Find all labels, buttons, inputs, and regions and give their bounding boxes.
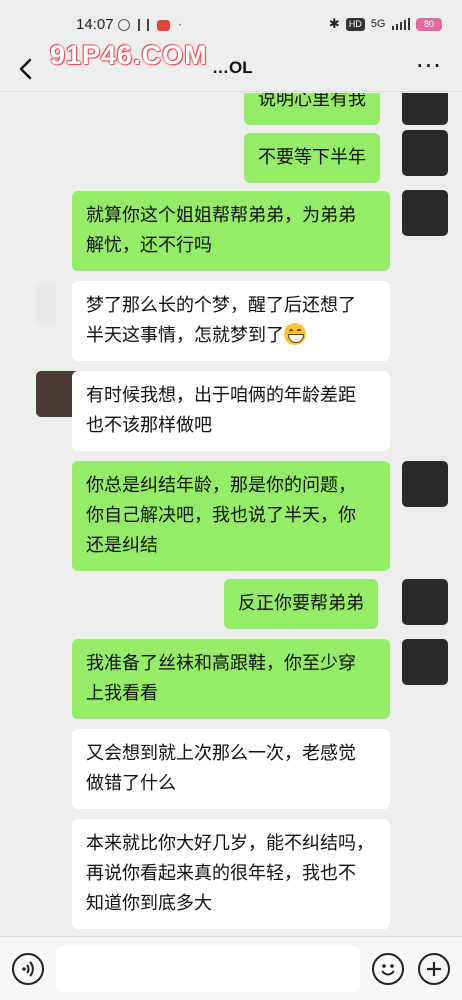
message-text: 你总是纠结年龄，那是你的问题，: [86, 475, 356, 496]
message-text: 再说你看起来真的很年轻，我也不: [86, 863, 356, 884]
more-button[interactable]: ···: [412, 52, 446, 86]
message-text: 知道你到底多大: [86, 893, 212, 914]
battery-icon: 80: [416, 17, 442, 31]
message-text: 有时候我想，出于咱俩的年龄差距: [86, 385, 356, 406]
plus-button[interactable]: [418, 953, 450, 985]
message-text: 就算你这个姐姐帮帮弟弟，为弟弟: [86, 205, 356, 226]
grin-emoji-icon: [284, 323, 306, 345]
message-text: 又会想到就上次那么一次，老感觉: [86, 743, 356, 764]
back-button[interactable]: [10, 52, 42, 86]
app-notification-icon: [138, 19, 149, 31]
message-bubble-incoming[interactable]: 有时候我想，出于咱俩的年龄差距 也不该那样做吧: [72, 371, 390, 451]
message-text: 说明心里有我: [258, 93, 366, 110]
status-notification-icons: ·: [118, 18, 182, 32]
message-text: 梦了那么长的个梦，醒了后还想了: [86, 295, 356, 316]
message-bubble-outgoing[interactable]: 就算你这个姐姐帮帮弟弟，为弟弟 解忧，还不行吗: [72, 191, 390, 271]
voice-icon: [22, 961, 34, 977]
input-bar: [0, 936, 462, 1000]
signal-icon: [391, 18, 410, 30]
message-bubble-incoming[interactable]: 本来就比你大好几岁，能不纠结吗， 再说你看起来真的很年轻，我也不 知道你到底多大: [72, 819, 390, 929]
avatar[interactable]: [402, 461, 448, 507]
message-text: 反正你要帮弟弟: [238, 593, 364, 614]
chat-history[interactable]: 说明心里有我 不要等下半年 就算你这个姐姐帮帮弟弟，为弟弟 解忧，还不行吗 梦了…: [0, 93, 462, 936]
message-bubble-outgoing[interactable]: 反正你要帮弟弟: [224, 579, 378, 629]
watermark: 91P46.COM: [50, 40, 208, 70]
app-notification-icon: [157, 19, 170, 31]
status-time: 14:07: [76, 16, 114, 33]
message-text: 你自己解决吧，我也说了半天，你: [86, 505, 356, 526]
message-text: 也不该那样做吧: [86, 415, 212, 436]
emoji-button[interactable]: [372, 953, 404, 985]
message-bubble-outgoing[interactable]: 我准备了丝袜和高跟鞋，你至少穿 上我看看: [72, 639, 390, 719]
message-text: 上我看看: [86, 683, 158, 704]
contact-name[interactable]: …OL: [212, 58, 253, 78]
avatar[interactable]: [36, 281, 56, 327]
message-text: 我准备了丝袜和高跟鞋，你至少穿: [86, 653, 356, 674]
message-text: 做错了什么: [86, 773, 176, 794]
plus-icon: [427, 962, 441, 976]
message-bubble-outgoing[interactable]: 说明心里有我: [244, 93, 380, 125]
message-text: 解忧，还不行吗: [86, 235, 212, 256]
avatar[interactable]: [402, 579, 448, 625]
avatar[interactable]: [402, 639, 448, 685]
message-text: 还是纠结: [86, 535, 158, 556]
avatar[interactable]: [402, 93, 448, 125]
message-text: 半天这事情，怎就梦到了: [86, 325, 284, 346]
message-text: 本来就比你大好几岁，能不纠结吗，: [86, 833, 374, 854]
bluetooth-icon: ✱: [328, 16, 340, 31]
hd-badge: HD: [345, 17, 365, 31]
message-text: 不要等下半年: [258, 147, 366, 168]
message-bubble-outgoing[interactable]: 你总是纠结年龄，那是你的问题， 你自己解决吧，我也说了半天，你 还是纠结: [72, 461, 390, 571]
status-system-icons: ✱ HD 5G 80: [329, 16, 442, 32]
message-bubble-incoming[interactable]: 梦了那么长的个梦，醒了后还想了 半天这事情，怎就梦到了: [72, 281, 390, 361]
avatar[interactable]: [402, 190, 448, 236]
emoji-icon: [381, 964, 395, 976]
more-notifications-icon: ·: [178, 18, 182, 32]
network-type: 5G: [370, 18, 386, 30]
chevron-left-icon: [19, 58, 32, 80]
message-bubble-incoming[interactable]: 又会想到就上次那么一次，老感觉 做错了什么: [72, 729, 390, 809]
message-input[interactable]: [56, 946, 360, 992]
voice-button[interactable]: [12, 953, 44, 985]
avatar[interactable]: [402, 130, 448, 176]
app-notification-icon: [118, 19, 130, 31]
message-bubble-outgoing[interactable]: 不要等下半年: [244, 133, 380, 183]
